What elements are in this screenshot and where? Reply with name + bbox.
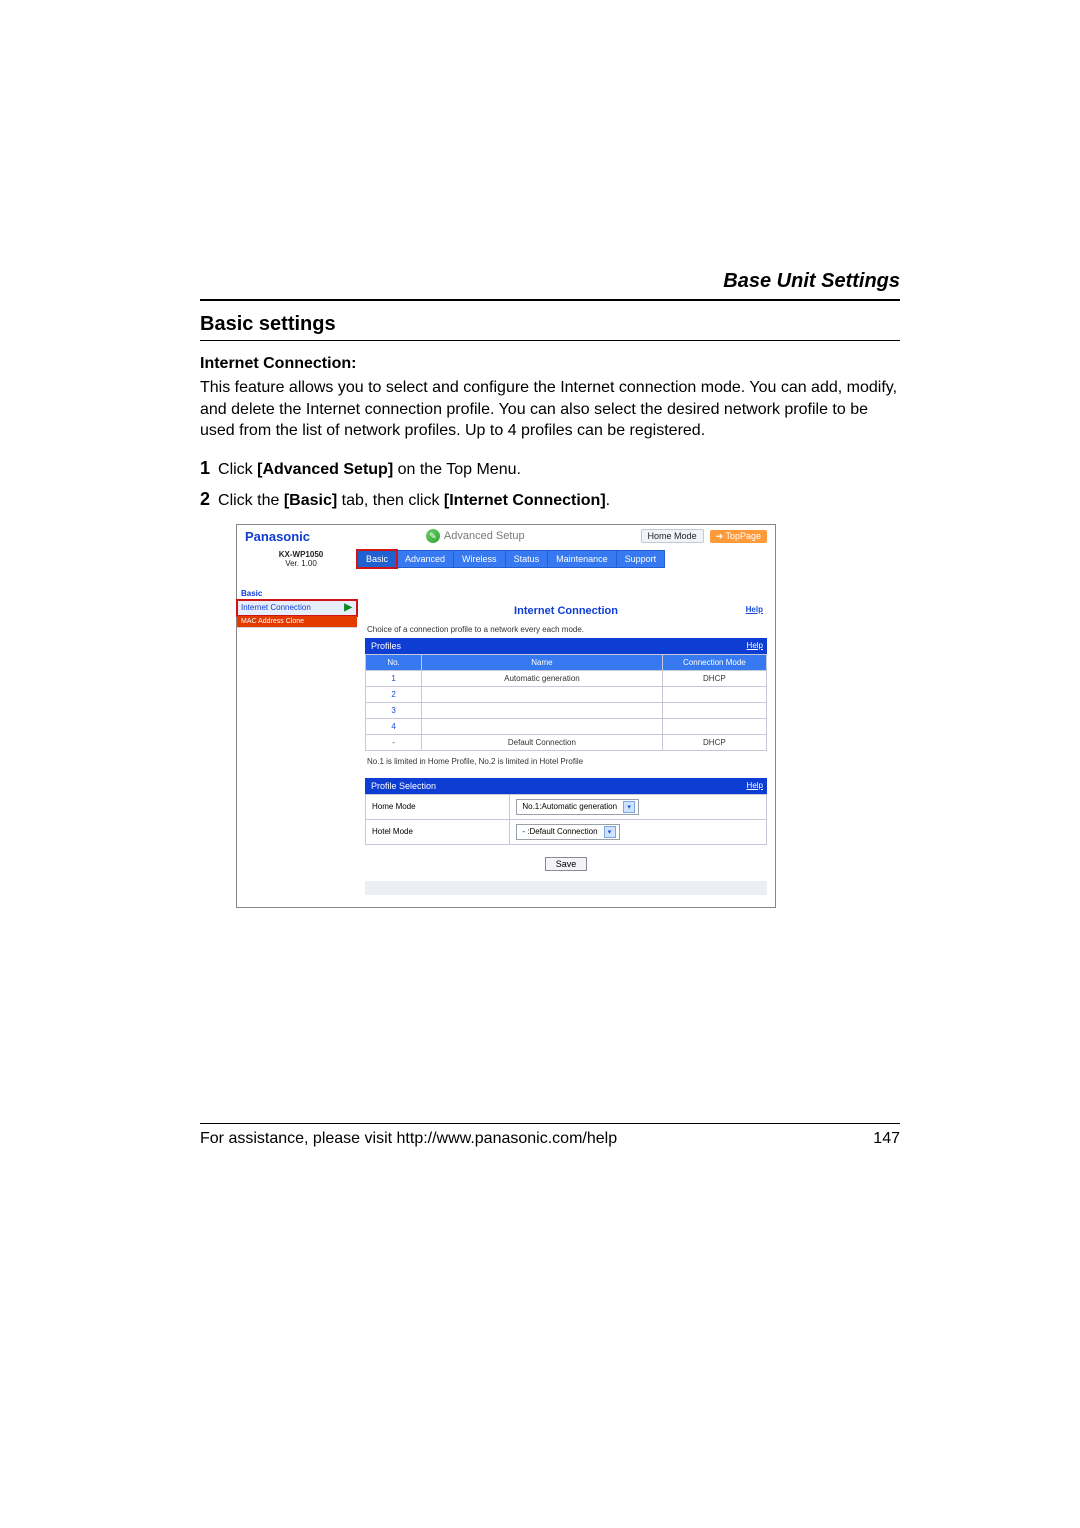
profile-selection-table: Home Mode No.1:Automatic generation ▾ Ho…	[365, 794, 767, 845]
hotel-mode-label: Hotel Mode	[366, 819, 510, 844]
sidebar-section-header: Basic	[237, 587, 357, 600]
table-row: 1 Automatic generation DHCP	[366, 670, 767, 686]
tab-basic[interactable]: Basic	[357, 550, 397, 568]
step-bold: [Internet Connection]	[444, 492, 606, 509]
sidebar-item-internet-connection[interactable]: Internet Connection ▶	[237, 600, 357, 616]
chevron-down-icon: ▾	[604, 826, 616, 838]
col-mode: Connection Mode	[662, 654, 766, 670]
page-header-title: Base Unit Settings	[200, 270, 900, 293]
step-text: tab, then click	[337, 492, 444, 509]
top-page-button[interactable]: ➜ TopPage	[710, 530, 767, 543]
tab-advanced[interactable]: Advanced	[397, 550, 454, 568]
step-number: 2	[200, 489, 210, 510]
profiles-header: Profiles Help	[365, 638, 767, 654]
embedded-screenshot: Panasonic ✎ Advanced Setup Home Mode ➜ T…	[236, 524, 776, 908]
col-no: No.	[366, 654, 422, 670]
step-1: 1 Click [Advanced Setup] on the Top Menu…	[200, 458, 900, 479]
advanced-setup-label: ✎ Advanced Setup	[426, 529, 525, 543]
sidebar: Basic Internet Connection ▶ MAC Address …	[237, 569, 357, 907]
save-button[interactable]: Save	[545, 857, 588, 871]
hotel-mode-select[interactable]: - :Default Connection ▾	[516, 824, 619, 840]
page-footer: For assistance, please visit http://www.…	[200, 1123, 900, 1148]
page-number: 147	[873, 1130, 900, 1148]
profiles-table: No. Name Connection Mode 1 Automatic gen…	[365, 654, 767, 751]
step-text: Click	[218, 461, 257, 478]
sidebar-item-mac-address-clone[interactable]: MAC Address Clone	[237, 616, 357, 628]
table-header-row: No. Name Connection Mode	[366, 654, 767, 670]
tab-maintenance[interactable]: Maintenance	[548, 550, 617, 568]
profiles-note: No.1 is limited in Home Profile, No.2 is…	[367, 757, 767, 766]
tab-status[interactable]: Status	[506, 550, 549, 568]
section-heading: Basic settings	[200, 313, 900, 336]
step-text: on the Top Menu.	[393, 461, 521, 478]
table-row: 3	[366, 702, 767, 718]
table-row: - Default Connection DHCP	[366, 734, 767, 750]
home-mode-label: Home Mode	[366, 794, 510, 819]
panel-title: Internet Connection Help	[365, 605, 767, 617]
model-info: KX-WP1050 Ver. 1.00	[245, 550, 357, 569]
step-number: 1	[200, 458, 210, 479]
section-rule	[200, 340, 900, 341]
profile-selection-header: Profile Selection Help	[365, 778, 767, 794]
tab-support[interactable]: Support	[617, 550, 666, 568]
footer-rule	[200, 1123, 900, 1124]
body-paragraph: This feature allows you to select and co…	[200, 377, 900, 442]
col-name: Name	[422, 654, 663, 670]
profile-no-link[interactable]: 1	[366, 670, 422, 686]
table-row: 4	[366, 718, 767, 734]
profile-no-link[interactable]: 2	[366, 686, 422, 702]
help-link[interactable]: Help	[747, 641, 763, 650]
step-bold: [Advanced Setup]	[257, 461, 393, 478]
pencil-icon: ✎	[426, 529, 440, 543]
step-text: Click the	[218, 492, 284, 509]
step-2: 2 Click the [Basic] tab, then click [Int…	[200, 489, 900, 510]
step-bold: [Basic]	[284, 492, 337, 509]
table-row: 2	[366, 686, 767, 702]
profile-no-link[interactable]: 4	[366, 718, 422, 734]
statusbar	[365, 881, 767, 895]
mode-badge: Home Mode	[641, 529, 704, 543]
footer-text: For assistance, please visit http://www.…	[200, 1130, 617, 1148]
help-link[interactable]: Help	[747, 781, 763, 790]
tab-wireless[interactable]: Wireless	[454, 550, 506, 568]
triangle-right-icon: ▶	[344, 602, 353, 613]
tab-bar: Basic Advanced Wireless Status Maintenan…	[357, 550, 665, 568]
subsection-heading: Internet Connection:	[200, 355, 900, 373]
brand-logo: Panasonic	[245, 529, 310, 544]
profile-no-link[interactable]: 3	[366, 702, 422, 718]
caption-text: Choice of a connection profile to a netw…	[367, 625, 767, 634]
step-text: .	[606, 492, 610, 509]
help-link[interactable]: Help	[746, 605, 763, 614]
home-mode-select[interactable]: No.1:Automatic generation ▾	[516, 799, 639, 815]
header-rule	[200, 299, 900, 301]
chevron-down-icon: ▾	[623, 801, 635, 813]
